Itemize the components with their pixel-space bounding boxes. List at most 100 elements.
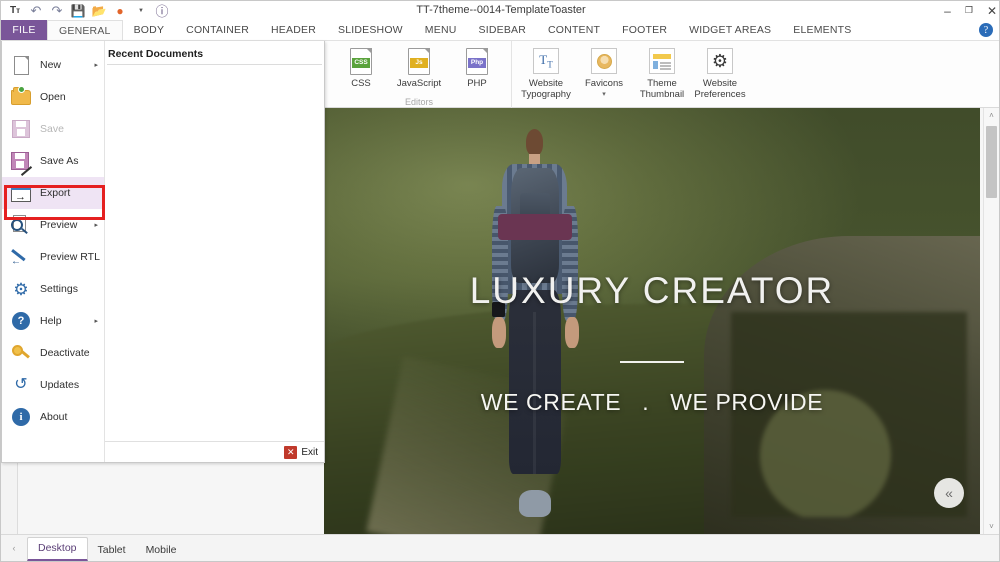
save-icon[interactable]: 💾 bbox=[70, 3, 86, 19]
file-menu-item-updates[interactable]: ↺ Updates bbox=[2, 369, 104, 401]
ribbon-button-favicons-label: Favicons bbox=[584, 78, 623, 89]
slideshow-subtitle-separator: . bbox=[642, 389, 650, 416]
divider bbox=[107, 64, 322, 65]
device-tab-tablet[interactable]: Tablet bbox=[87, 540, 136, 561]
open-folder-icon[interactable]: 📂 bbox=[91, 3, 107, 19]
save-disk-icon bbox=[10, 118, 32, 140]
device-tab-mobile[interactable]: Mobile bbox=[135, 540, 187, 561]
file-menu-item-save-as-label: Save As bbox=[40, 155, 79, 167]
title-bar: Tт ↶ ↷ 💾 📂 ● ▼ ⓘ TT-7theme--0014-Templat… bbox=[1, 1, 999, 20]
website-preview[interactable]: LUXURY CREATOR WE CREATE . WE PROVIDE « bbox=[324, 108, 980, 534]
file-menu-item-save: Save bbox=[2, 113, 104, 145]
slideshow-subtitle-left: WE CREATE bbox=[480, 389, 622, 416]
file-menu-item-new[interactable]: New ▸ bbox=[2, 49, 104, 81]
ribbon-button-css[interactable]: CSS CSS bbox=[333, 45, 389, 89]
javascript-file-icon: Js bbox=[404, 47, 434, 75]
device-tab-desktop[interactable]: Desktop bbox=[27, 537, 88, 561]
file-menu-item-settings[interactable]: ⚙ Settings bbox=[2, 273, 104, 305]
tab-body[interactable]: BODY bbox=[123, 20, 176, 40]
recent-documents-title: Recent Documents bbox=[108, 48, 204, 60]
dropdown-caret-icon[interactable]: ▼ bbox=[133, 3, 149, 19]
file-menu-item-open-label: Open bbox=[40, 91, 66, 103]
scroll-down-arrow[interactable]: ˅ bbox=[984, 519, 999, 534]
ribbon-group-editors-caption: Editors bbox=[404, 97, 433, 107]
ribbon-button-theme-thumbnail-label: Theme Thumbnail bbox=[639, 78, 685, 100]
file-menu-item-save-label: Save bbox=[40, 123, 64, 135]
exit-button[interactable]: Exit bbox=[301, 447, 318, 458]
file-menu-item-export[interactable]: → Export bbox=[2, 177, 104, 209]
tab-widget-areas[interactable]: WIDGET AREAS bbox=[678, 20, 782, 40]
file-menu-item-deactivate[interactable]: Deactivate bbox=[2, 337, 104, 369]
tab-scroll-left[interactable]: ‹ bbox=[1, 543, 27, 561]
file-menu-item-help-label: Help bbox=[40, 315, 62, 327]
ribbon-group-editors: CSS CSS Js JavaScript Php PHP Editors bbox=[327, 41, 511, 108]
quick-access-toolbar: Tт ↶ ↷ 💾 📂 ● ▼ ⓘ bbox=[1, 1, 170, 20]
tab-slideshow[interactable]: SLIDESHOW bbox=[327, 20, 414, 40]
file-menu-item-open[interactable]: Open bbox=[2, 81, 104, 113]
favicon-icon bbox=[589, 47, 619, 75]
tab-content[interactable]: CONTENT bbox=[537, 20, 611, 40]
ribbon-button-website-typography[interactable]: TT Website Typography bbox=[518, 45, 574, 100]
gear-icon: ⚙ bbox=[13, 279, 29, 299]
file-menu-item-preview-rtl[interactable]: ← Preview RTL bbox=[2, 241, 104, 273]
window-controls: – ❐ ✕ bbox=[944, 1, 997, 20]
chevron-down-icon[interactable]: ▾ bbox=[602, 91, 606, 98]
tab-menu[interactable]: MENU bbox=[414, 20, 468, 40]
close-button[interactable]: ✕ bbox=[987, 5, 997, 17]
file-menu-item-save-as[interactable]: Save As bbox=[2, 145, 104, 177]
preview-browser-icon[interactable]: ● bbox=[112, 3, 128, 19]
updates-icon: ↺ bbox=[14, 376, 28, 393]
open-folder-icon bbox=[10, 85, 32, 108]
ribbon-button-php[interactable]: Php PHP bbox=[449, 45, 505, 89]
ribbon-button-javascript[interactable]: Js JavaScript bbox=[391, 45, 447, 89]
scroll-to-top-button[interactable]: « bbox=[934, 478, 964, 508]
file-menu-item-preview[interactable]: Preview ▸ bbox=[2, 209, 104, 241]
file-menu-item-preview-rtl-label: Preview RTL bbox=[40, 251, 100, 263]
wordpress-icon[interactable]: ⓘ bbox=[154, 3, 170, 19]
tab-file[interactable]: FILE bbox=[1, 20, 47, 40]
file-menu-item-export-label: Export bbox=[40, 187, 71, 199]
ribbon-group-website: TT Website Typography Favicons ▾ Theme T… bbox=[511, 41, 754, 108]
slideshow-subtitle-right: WE PROVIDE bbox=[670, 389, 824, 416]
ribbon-button-website-preferences-label: Website Preferences bbox=[694, 78, 746, 100]
scroll-up-arrow[interactable]: ˄ bbox=[984, 108, 999, 123]
ghost-text bbox=[119, 181, 122, 191]
typography-icon: TT bbox=[531, 47, 561, 75]
tab-elements[interactable]: ELEMENTS bbox=[782, 20, 862, 40]
theme-thumbnail-icon bbox=[647, 47, 677, 75]
undo-icon[interactable]: ↶ bbox=[28, 3, 44, 19]
slideshow-divider bbox=[620, 361, 684, 364]
tab-container[interactable]: CONTAINER bbox=[175, 20, 260, 40]
ribbon-button-theme-thumbnail[interactable]: Theme Thumbnail bbox=[634, 45, 690, 100]
redo-icon[interactable]: ↷ bbox=[49, 3, 65, 19]
file-menu-item-settings-label: Settings bbox=[40, 283, 78, 295]
tab-footer[interactable]: FOOTER bbox=[611, 20, 678, 40]
tab-general[interactable]: GENERAL bbox=[47, 20, 123, 40]
recent-documents-pane: Recent Documents ✕ Exit bbox=[105, 41, 324, 462]
preview-icon bbox=[10, 214, 32, 236]
close-icon[interactable]: ✕ bbox=[284, 445, 298, 459]
device-preview-tabs: ‹ Desktop Tablet Mobile bbox=[1, 534, 999, 561]
tab-sidebar[interactable]: SIDEBAR bbox=[468, 20, 538, 40]
ribbon-button-php-label: PHP bbox=[467, 78, 487, 89]
canvas-vertical-scrollbar[interactable]: ˄ ˅ bbox=[983, 108, 999, 534]
file-menu-item-deactivate-label: Deactivate bbox=[40, 347, 90, 359]
vertical-scroll-thumb[interactable] bbox=[986, 126, 997, 198]
file-menu-list: New ▸ Open Save Save As → Export Preview… bbox=[2, 41, 105, 462]
minimize-button[interactable]: – bbox=[944, 5, 951, 17]
tab-header[interactable]: HEADER bbox=[260, 20, 327, 40]
slideshow-title: LUXURY CREATOR bbox=[469, 269, 835, 311]
file-menu-panel: New ▸ Open Save Save As → Export Preview… bbox=[1, 41, 325, 463]
help-icon[interactable]: ? bbox=[979, 23, 993, 37]
restore-button[interactable]: ❐ bbox=[965, 6, 973, 15]
file-menu-item-help[interactable]: ? Help ▸ bbox=[2, 305, 104, 337]
file-menu-item-about[interactable]: i About bbox=[2, 401, 104, 433]
chevron-right-icon: ▸ bbox=[94, 222, 98, 229]
ribbon-button-javascript-label: JavaScript bbox=[396, 78, 442, 89]
ribbon-button-favicons[interactable]: Favicons ▾ bbox=[576, 45, 632, 98]
ribbon-button-website-typography-label: Website Typography bbox=[521, 78, 571, 100]
typography-icon[interactable]: Tт bbox=[7, 3, 23, 19]
help-icon: ? bbox=[10, 310, 32, 332]
hiker-figure bbox=[481, 129, 586, 517]
ribbon-button-website-preferences[interactable]: ⚙ Website Preferences bbox=[692, 45, 748, 100]
